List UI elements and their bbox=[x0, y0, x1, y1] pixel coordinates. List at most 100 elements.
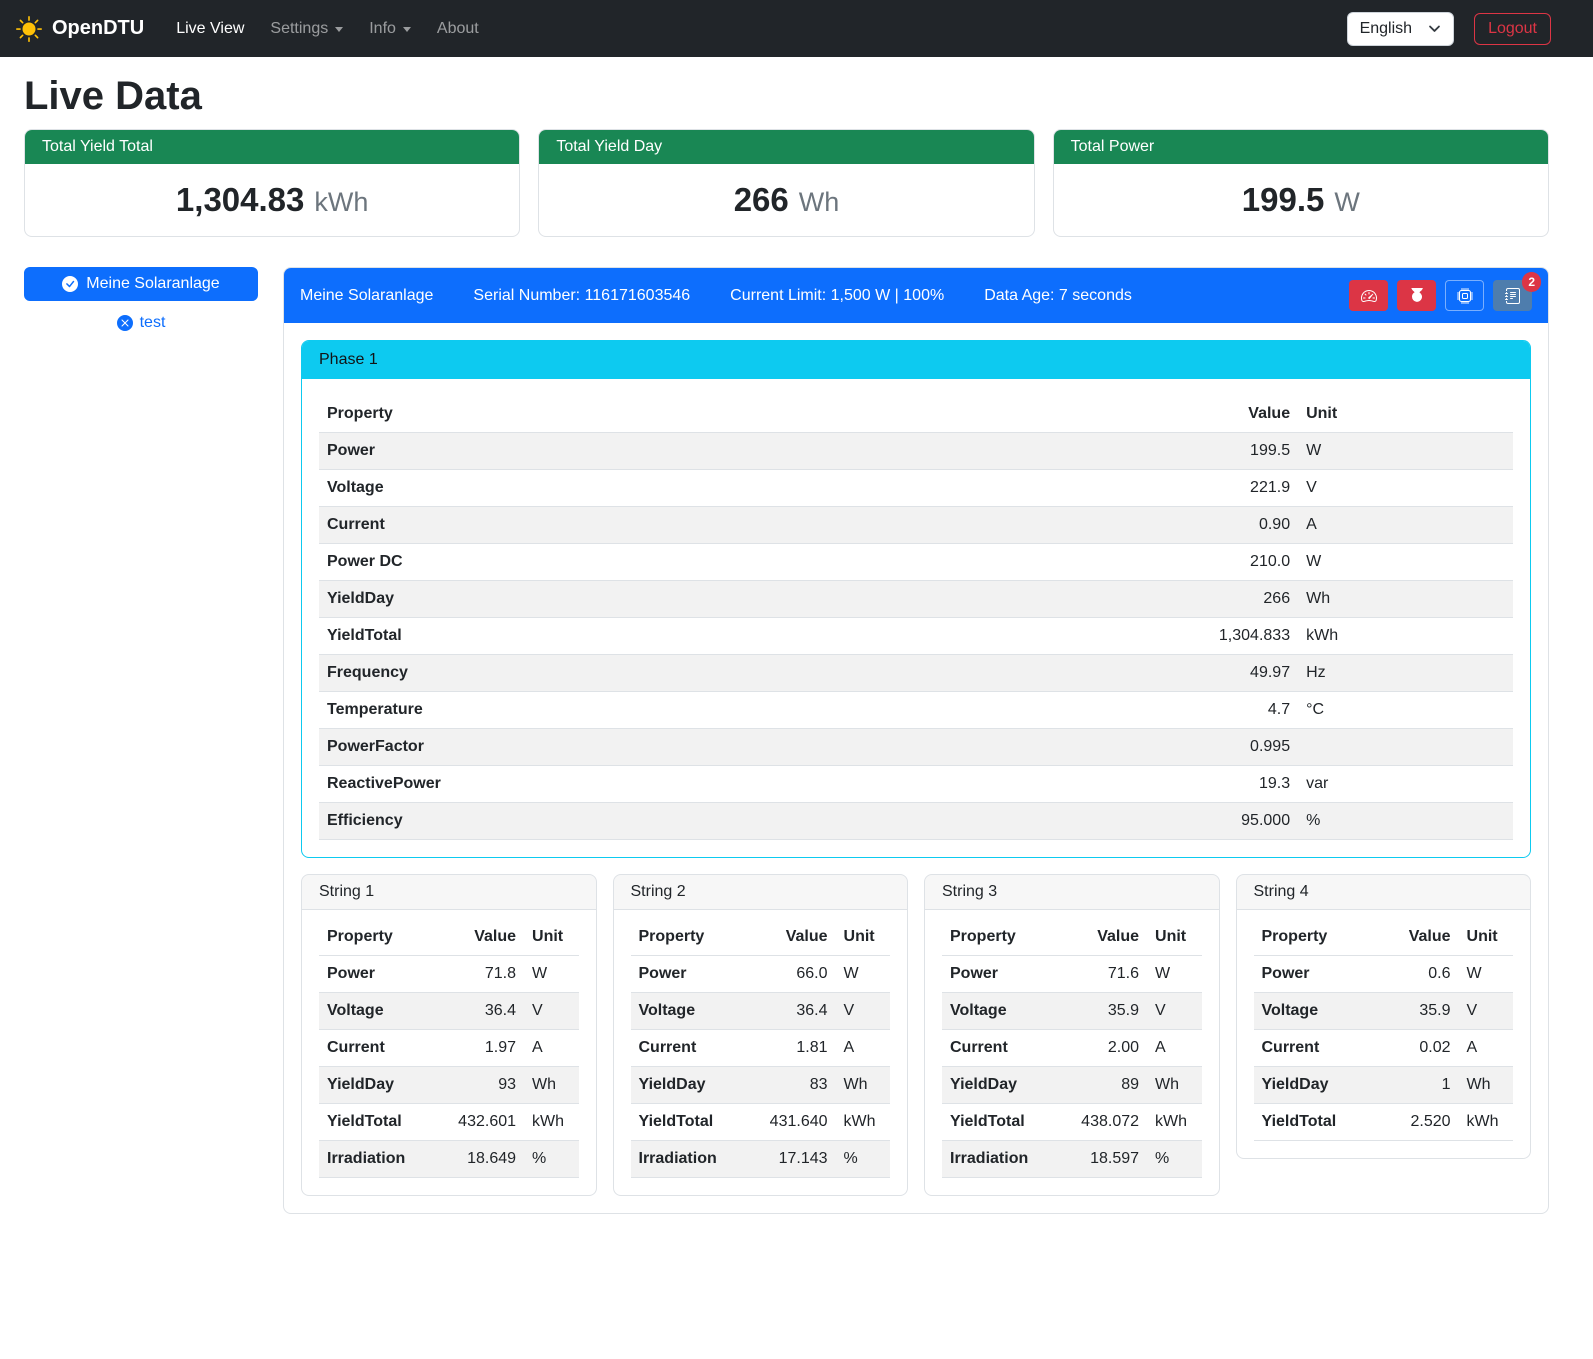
value-cell: 71.6 bbox=[1073, 956, 1147, 993]
unit-cell: % bbox=[836, 1141, 890, 1178]
unit-cell: % bbox=[524, 1141, 578, 1178]
value-cell: 49.97 bbox=[1179, 655, 1298, 692]
inverter-panel-body: Phase 1 Property Value Unit bbox=[284, 323, 1548, 1213]
value-cell: 1,304.833 bbox=[1179, 618, 1298, 655]
table-header-row: Property Value Unit bbox=[1254, 919, 1514, 956]
string-table-body: Power 0.6 W Voltage 35.9 bbox=[1254, 956, 1514, 1141]
string-table: Property Value Unit bbox=[319, 919, 579, 1178]
string-table: Property Value Unit bbox=[942, 919, 1202, 1178]
nav-live-view[interactable]: Live View bbox=[164, 12, 256, 46]
card-value: 199.5 bbox=[1242, 181, 1325, 218]
value-cell: 83 bbox=[762, 1067, 836, 1104]
string-card-3: String 3 Property Value Unit bbox=[924, 874, 1220, 1196]
table-row: YieldDay 1 Wh bbox=[1254, 1067, 1514, 1104]
inverter-name: Meine Solaranlage bbox=[300, 287, 433, 305]
value-cell: 266 bbox=[1179, 581, 1298, 618]
language-select[interactable]: English bbox=[1347, 12, 1454, 46]
inverter-current-limit: Current Limit: 1,500 W | 100% bbox=[730, 287, 944, 305]
value-cell: 19.3 bbox=[1179, 766, 1298, 803]
column-header-value: Value bbox=[1073, 919, 1147, 956]
language-select-value: English bbox=[1360, 20, 1412, 38]
logout-button[interactable]: Logout bbox=[1474, 13, 1551, 45]
cpu-icon bbox=[1457, 288, 1473, 304]
property-cell: Power bbox=[319, 956, 450, 993]
table-row: YieldDay 266 Wh bbox=[319, 581, 1513, 618]
column-header-property: Property bbox=[319, 919, 450, 956]
card-value: 266 bbox=[734, 181, 789, 218]
value-cell: 71.8 bbox=[450, 956, 524, 993]
property-cell: Voltage bbox=[1254, 993, 1389, 1030]
unit-cell: V bbox=[1459, 993, 1513, 1030]
value-cell: 0.90 bbox=[1179, 507, 1298, 544]
table-row: Power 199.5 W bbox=[319, 433, 1513, 470]
table-row: YieldTotal 431.640 kWh bbox=[631, 1104, 891, 1141]
table-row: Voltage 221.9 V bbox=[319, 470, 1513, 507]
unit-cell: W bbox=[1147, 956, 1201, 993]
table-row: Irradiation 18.597 % bbox=[942, 1141, 1202, 1178]
limit-settings-button[interactable] bbox=[1349, 280, 1388, 311]
navbar-right-group: English Logout bbox=[1347, 12, 1551, 46]
value-cell: 1.81 bbox=[762, 1030, 836, 1067]
table-row: Current 0.90 A bbox=[319, 507, 1513, 544]
nav-info[interactable]: Info bbox=[357, 12, 423, 46]
value-cell: 36.4 bbox=[450, 993, 524, 1030]
string-table-body: Power 71.6 W Voltage 35.9 bbox=[942, 956, 1202, 1178]
card-body: 1,304.83kWh bbox=[25, 164, 519, 236]
unit-cell: V bbox=[1298, 470, 1513, 507]
unit-cell: W bbox=[1459, 956, 1513, 993]
phase-table: Property Value Unit Power bbox=[319, 396, 1513, 840]
table-row: YieldTotal 438.072 kWh bbox=[942, 1104, 1202, 1141]
table-row: Efficiency 95.000 % bbox=[319, 803, 1513, 840]
column-header-value: Value bbox=[1179, 396, 1298, 433]
column-header-unit: Unit bbox=[1147, 919, 1201, 956]
power-toggle-button[interactable] bbox=[1397, 280, 1436, 311]
table-row: Power 0.6 W bbox=[1254, 956, 1514, 993]
value-cell: 2.00 bbox=[1073, 1030, 1147, 1067]
table-row: YieldDay 89 Wh bbox=[942, 1067, 1202, 1104]
nav-settings[interactable]: Settings bbox=[258, 12, 355, 46]
test-link[interactable]: test bbox=[24, 314, 258, 332]
nav-about[interactable]: About bbox=[425, 12, 491, 46]
column-header-unit: Unit bbox=[524, 919, 578, 956]
value-cell: 89 bbox=[1073, 1067, 1147, 1104]
event-log-button[interactable]: 2 bbox=[1493, 280, 1532, 311]
property-cell: YieldDay bbox=[942, 1067, 1073, 1104]
nav-settings-label: Settings bbox=[270, 20, 328, 38]
unit-cell: Wh bbox=[836, 1067, 890, 1104]
sun-logo-icon bbox=[16, 16, 42, 42]
chevron-down-icon bbox=[1428, 22, 1441, 35]
value-cell: 210.0 bbox=[1179, 544, 1298, 581]
table-row: PowerFactor 0.995 bbox=[319, 729, 1513, 766]
column-header-property: Property bbox=[631, 919, 762, 956]
column-header-value: Value bbox=[762, 919, 836, 956]
unit-cell: kWh bbox=[1298, 618, 1513, 655]
power-icon bbox=[1409, 288, 1425, 304]
table-row: Power 71.8 W bbox=[319, 956, 579, 993]
property-cell: Power DC bbox=[319, 544, 1179, 581]
chevron-down-icon bbox=[335, 27, 343, 32]
phase-card-title: Phase 1 bbox=[302, 341, 1530, 379]
brand-link[interactable]: OpenDTU bbox=[16, 16, 144, 42]
unit-cell: kWh bbox=[524, 1104, 578, 1141]
value-cell: 17.143 bbox=[762, 1141, 836, 1178]
value-cell: 0.6 bbox=[1388, 956, 1458, 993]
value-cell: 1 bbox=[1388, 1067, 1458, 1104]
property-cell: YieldDay bbox=[319, 1067, 450, 1104]
unit-cell: V bbox=[1147, 993, 1201, 1030]
inverter-select-button[interactable]: Meine Solaranlage bbox=[24, 267, 258, 301]
string-table: Property Value Unit bbox=[1254, 919, 1514, 1141]
table-row: Irradiation 17.143 % bbox=[631, 1141, 891, 1178]
value-cell: 93 bbox=[450, 1067, 524, 1104]
table-row: Power DC 210.0 W bbox=[319, 544, 1513, 581]
string-table-body: Power 66.0 W Voltage 36.4 bbox=[631, 956, 891, 1178]
device-info-button[interactable] bbox=[1445, 280, 1484, 311]
unit-cell: W bbox=[836, 956, 890, 993]
value-cell: 199.5 bbox=[1179, 433, 1298, 470]
unit-cell bbox=[1298, 729, 1513, 766]
property-cell: Power bbox=[942, 956, 1073, 993]
property-cell: Current bbox=[319, 507, 1179, 544]
column-header-unit: Unit bbox=[1298, 396, 1513, 433]
value-cell: 95.000 bbox=[1179, 803, 1298, 840]
table-header-row: Property Value Unit bbox=[319, 396, 1513, 433]
property-cell: Power bbox=[1254, 956, 1389, 993]
